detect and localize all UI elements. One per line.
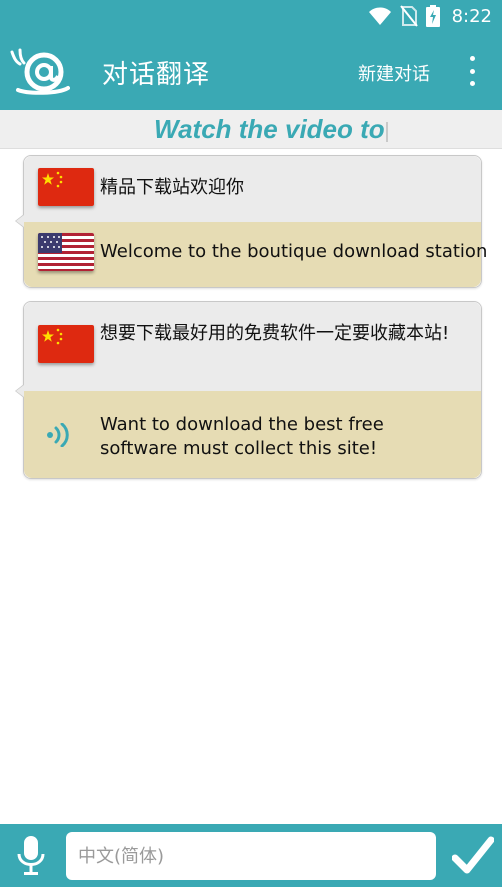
app-bar: 对话翻译 新建对话 xyxy=(0,32,502,110)
status-time: 8:22 xyxy=(451,5,492,27)
source-text: 精品下载站欢迎你 xyxy=(100,177,244,198)
status-bar: 8:22 xyxy=(0,0,502,32)
banner-cursor xyxy=(386,122,388,142)
bubble-tail xyxy=(15,384,24,398)
microphone-icon[interactable] xyxy=(14,834,48,878)
battery-charging-icon xyxy=(425,5,440,27)
target-text: Want to download the best free software … xyxy=(100,414,384,459)
bubble-tail xyxy=(15,214,24,228)
source-bubble[interactable]: 精品下载站欢迎你 xyxy=(24,156,481,222)
bottom-bar xyxy=(0,824,502,887)
target-bubble[interactable]: Welcome to the boutique download station xyxy=(24,222,487,287)
wifi-icon xyxy=(368,7,391,25)
banner-ad[interactable]: Watch the video to xyxy=(0,110,502,149)
no-sim-icon xyxy=(399,5,418,27)
source-text: 想要下载最好用的免费软件一定要收藏本站! xyxy=(100,323,450,344)
status-icons: 8:22 xyxy=(368,4,492,28)
china-flag-icon[interactable] xyxy=(38,325,94,363)
conversation-item[interactable]: 想要下载最好用的免费软件一定要收藏本站! Want to download th… xyxy=(15,301,482,479)
more-vert-icon[interactable] xyxy=(464,56,480,86)
target-text: Welcome to the boutique download station xyxy=(100,241,488,262)
target-bubble[interactable]: Want to download the best free software … xyxy=(24,391,481,478)
text-input[interactable] xyxy=(66,832,436,880)
china-flag-icon[interactable] xyxy=(38,168,94,206)
snail-at-logo[interactable] xyxy=(8,46,70,96)
checkmark-icon[interactable] xyxy=(452,834,494,878)
banner-text: Watch the video to xyxy=(154,114,385,144)
speaker-icon[interactable] xyxy=(46,423,72,447)
page-title: 对话翻译 xyxy=(102,60,211,90)
conversation-item[interactable]: 精品下载站欢迎你 Welcome to the boutique downloa… xyxy=(15,155,487,288)
usa-flag-icon[interactable] xyxy=(38,233,94,271)
new-conversation-button[interactable]: 新建对话 xyxy=(358,60,430,86)
source-bubble[interactable]: 想要下载最好用的免费软件一定要收藏本站! xyxy=(24,302,481,391)
